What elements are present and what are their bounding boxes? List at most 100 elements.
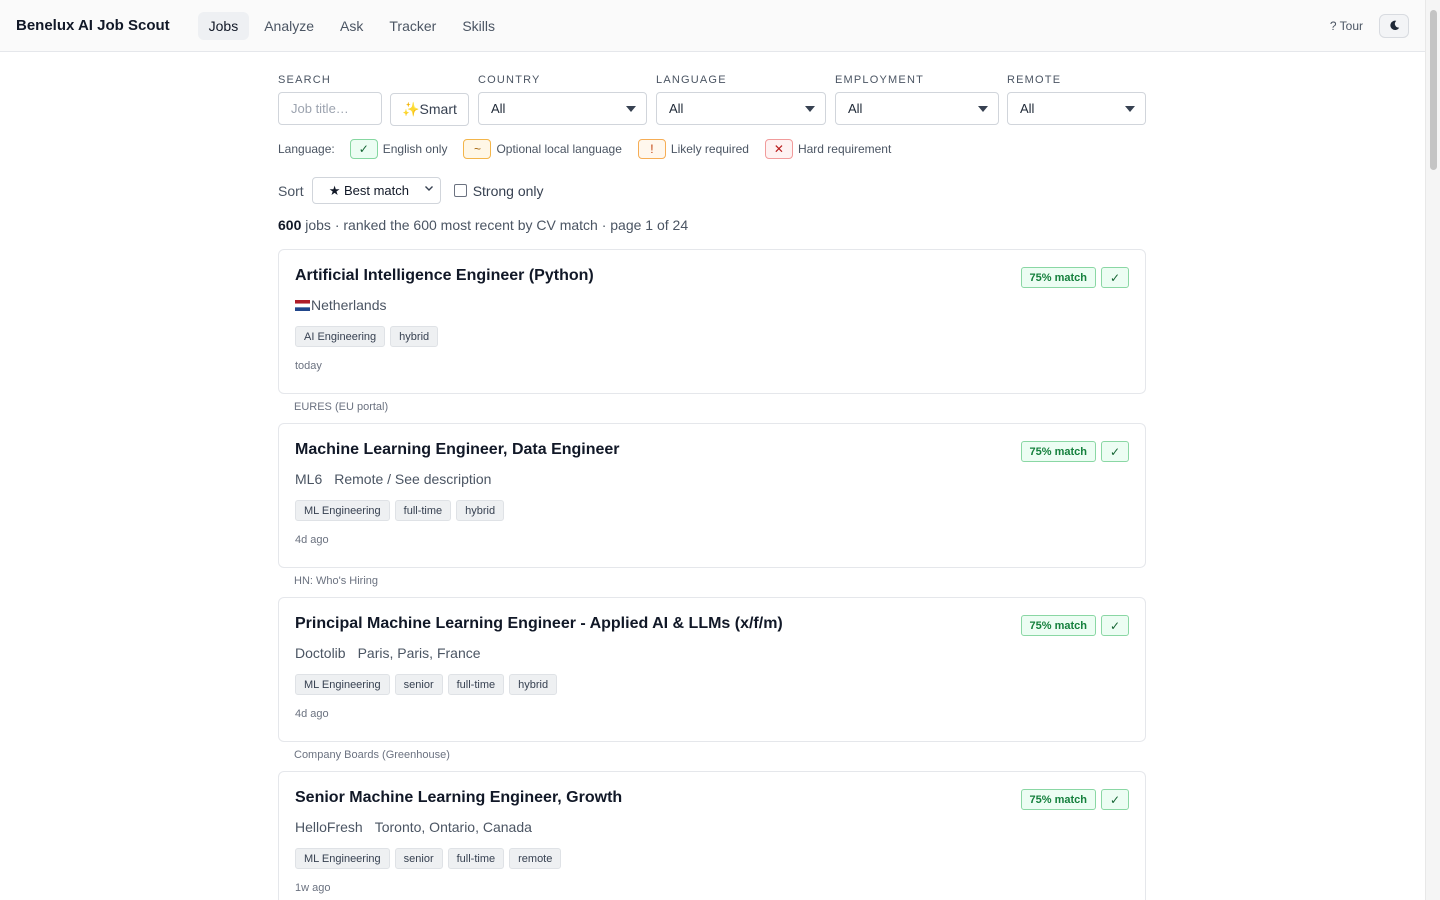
jobs-panel: SEARCH ✨Smart COUNTRY All LANGUAGE All E…: [278, 52, 1146, 900]
legend-label: Hard requirement: [797, 142, 892, 156]
job-badges: 75% match ✓: [1020, 441, 1129, 462]
legend-label: Optional local language: [496, 142, 622, 156]
legend-label: English only: [382, 142, 448, 156]
legend-item-english-only: ✓ English only: [349, 139, 448, 159]
moon-icon: [1389, 20, 1399, 31]
job-posted-time: 4d ago: [295, 708, 329, 720]
search-box[interactable]: [278, 92, 382, 125]
cross-icon: ✕: [764, 139, 793, 159]
legend-item-optional: ~ Optional local language: [463, 139, 622, 159]
tilde-icon: ~: [463, 139, 492, 159]
job-location: Paris, Paris, France: [357, 645, 481, 661]
job-tag: senior: [394, 674, 443, 695]
check-icon: ✓: [349, 139, 378, 159]
legend-label: Likely required: [670, 142, 749, 156]
nav-tab-analyze[interactable]: Analyze: [253, 12, 325, 40]
language-status-check-icon: ✓: [1101, 789, 1129, 810]
job-tag: ML Engineering: [295, 674, 390, 695]
country-label: COUNTRY: [478, 74, 541, 86]
job-title[interactable]: Machine Learning Engineer, Data Engineer: [295, 441, 1129, 459]
sort-value: ★ Best match: [328, 182, 409, 198]
job-tag: hybrid: [509, 674, 558, 695]
netherlands-flag-icon: [295, 300, 310, 311]
remote-select[interactable]: All: [1007, 92, 1146, 125]
job-badges: 75% match ✓: [1020, 789, 1129, 810]
job-tags: AI Engineering hybrid: [295, 326, 1129, 347]
country-select[interactable]: All: [478, 92, 647, 125]
search-filter: SEARCH: [278, 74, 382, 125]
remote-filter: REMOTE All: [1007, 74, 1146, 125]
filter-bar: SEARCH ✨Smart COUNTRY All LANGUAGE All E…: [278, 52, 1146, 132]
language-filter: LANGUAGE All: [656, 74, 826, 125]
nav-tab-skills[interactable]: Skills: [451, 12, 506, 40]
job-tag: full-time: [394, 500, 452, 521]
job-meta: Netherlands: [295, 297, 1129, 313]
smart-search-button[interactable]: ✨Smart: [390, 93, 469, 126]
job-tag: full-time: [447, 848, 505, 869]
job-title[interactable]: Artificial Intelligence Engineer (Python…: [295, 267, 1129, 285]
caret-down-icon: [978, 106, 988, 112]
theme-toggle-button[interactable]: [1379, 13, 1409, 38]
language-legend: Language: ✓ English only ~ Optional loca…: [278, 137, 1146, 161]
job-tags: ML Engineering senior full-time hybrid: [295, 674, 1129, 695]
job-tag: remote: [509, 848, 562, 869]
results-summary: 600 jobs · ranked the 600 most recent by…: [278, 217, 1146, 237]
results-count: 600: [278, 217, 302, 233]
legend-item-hard-requirement: ✕ Hard requirement: [764, 139, 892, 159]
job-tag: hybrid: [456, 500, 505, 521]
match-score-badge: 75% match: [1020, 267, 1096, 288]
employment-filter: EMPLOYMENT All: [835, 74, 999, 125]
job-badges: 75% match ✓: [1020, 615, 1129, 636]
job-title[interactable]: Senior Machine Learning Engineer, Growth: [295, 789, 1129, 807]
nav-tab-tracker[interactable]: Tracker: [378, 12, 447, 40]
tour-button[interactable]: ? Tour: [1330, 19, 1363, 33]
job-posted-time: 4d ago: [295, 534, 329, 546]
nav-tab-ask[interactable]: Ask: [329, 12, 374, 40]
job-location: Remote / See description: [334, 471, 492, 487]
strong-only-label: Strong only: [472, 182, 544, 199]
match-score-badge: 75% match: [1020, 441, 1096, 462]
app-title: Benelux AI Job Scout: [16, 17, 170, 34]
job-source: HN: Who's Hiring: [294, 575, 379, 587]
job-posted-time: today: [295, 360, 322, 372]
results-summary-text: jobs · ranked the 600 most recent by CV …: [301, 217, 689, 233]
job-tag: AI Engineering: [295, 326, 386, 347]
nav-tab-jobs[interactable]: Jobs: [197, 11, 250, 40]
caret-down-icon: [805, 106, 815, 112]
job-tags: ML Engineering senior full-time remote: [295, 848, 1129, 869]
language-label: LANGUAGE: [656, 74, 727, 86]
strong-only-checkbox[interactable]: [453, 184, 467, 197]
caret-down-icon: [1125, 106, 1135, 112]
page-scrollbar[interactable]: [1425, 0, 1440, 900]
language-select[interactable]: All: [656, 92, 826, 125]
job-tag: senior: [394, 848, 443, 869]
top-nav-bar: Benelux AI Job Scout Jobs Analyze Ask Tr…: [0, 0, 1425, 52]
job-card[interactable]: Artificial Intelligence Engineer (Python…: [278, 249, 1146, 394]
job-card[interactable]: Principal Machine Learning Engineer - Ap…: [278, 597, 1146, 742]
employment-select[interactable]: All: [835, 92, 999, 125]
job-meta: HelloFresh Toronto, Ontario, Canada: [295, 819, 1129, 835]
employment-value: All: [848, 101, 863, 116]
scrollbar-thumb[interactable]: [1430, 10, 1437, 170]
search-input[interactable]: [291, 101, 369, 116]
sort-select[interactable]: ★ Best match: [311, 177, 441, 204]
job-tag: hybrid: [390, 326, 439, 347]
strong-only-toggle[interactable]: Strong only: [453, 182, 544, 199]
job-card[interactable]: Machine Learning Engineer, Data Engineer…: [278, 423, 1146, 568]
sort-label: Sort: [278, 182, 304, 199]
job-source: Company Boards (Greenhouse): [294, 749, 450, 761]
match-score-badge: 75% match: [1020, 789, 1096, 810]
country-value: All: [491, 101, 506, 116]
job-posted-time: 1w ago: [295, 882, 331, 894]
search-label: SEARCH: [278, 74, 332, 86]
job-location: Toronto, Ontario, Canada: [374, 819, 532, 835]
remote-value: All: [1020, 101, 1035, 116]
job-list: Artificial Intelligence Engineer (Python…: [278, 249, 1146, 900]
job-tags: ML Engineering full-time hybrid: [295, 500, 1129, 521]
job-title[interactable]: Principal Machine Learning Engineer - Ap…: [295, 615, 1129, 633]
caret-down-icon: [626, 106, 636, 112]
job-location: Netherlands: [311, 297, 387, 313]
job-tag: full-time: [447, 674, 505, 695]
job-card[interactable]: Senior Machine Learning Engineer, Growth…: [278, 771, 1146, 900]
job-tag: ML Engineering: [295, 500, 390, 521]
